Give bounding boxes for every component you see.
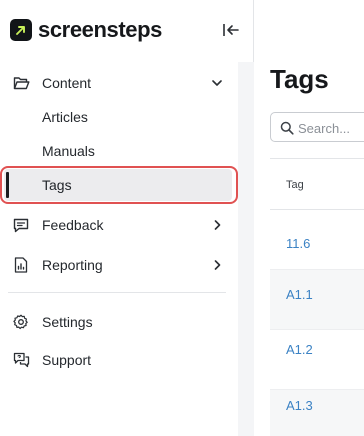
message-square-icon	[12, 217, 30, 233]
table-row[interactable]: A1.3	[270, 390, 364, 436]
tags-table: Tag 11.6 A1.1 A1.2 A1.3	[270, 158, 364, 436]
gear-icon	[12, 314, 30, 330]
tag-link[interactable]: A1.1	[286, 287, 313, 302]
sidebar-item-label: Support	[42, 352, 92, 368]
report-chart-icon	[12, 257, 30, 273]
sidebar-item-label: Feedback	[42, 217, 104, 233]
highlight-outline	[0, 166, 238, 204]
sidebar-subitem-tags[interactable]: Tags	[0, 166, 238, 204]
table-row[interactable]: A1.1	[270, 270, 364, 330]
sidebar-item-label: Manuals	[42, 143, 95, 159]
brand-logo[interactable]: screensteps	[10, 16, 240, 44]
sidebar-item-feedback[interactable]: Feedback	[0, 208, 238, 242]
sidebar-subitem-articles[interactable]: Articles	[0, 101, 238, 133]
sidebar-item-label: Content	[42, 75, 92, 91]
logo-arrow-icon	[10, 19, 32, 41]
main-content: Tags Tag 11.6 A1.1 A1.2 A1.3	[255, 0, 364, 436]
page-title: Tags	[270, 64, 329, 94]
search-box[interactable]	[270, 112, 364, 142]
collapse-sidebar-button[interactable]	[221, 21, 241, 39]
folder-open-icon	[12, 75, 30, 91]
tag-link[interactable]: A1.3	[286, 398, 313, 413]
tag-link[interactable]: 11.6	[286, 236, 310, 251]
sidebar-item-label: Reporting	[42, 257, 103, 273]
sidebar-divider	[8, 292, 226, 293]
tag-link[interactable]: A1.2	[286, 342, 313, 357]
collapse-left-icon	[223, 24, 239, 36]
chevron-down-icon	[210, 76, 224, 90]
table-row[interactable]: 11.6	[270, 210, 364, 270]
logo-text: screensteps	[38, 17, 163, 42]
sidebar-item-settings[interactable]: Settings	[0, 305, 238, 339]
support-chat-icon	[12, 352, 30, 368]
table-row[interactable]: A1.2	[270, 330, 364, 390]
sidebar-subitem-manuals[interactable]: Manuals	[0, 135, 238, 167]
sidebar-item-content[interactable]: Content	[0, 66, 238, 100]
chevron-right-icon	[210, 218, 224, 232]
sidebar-scrollbar[interactable]	[238, 62, 254, 436]
sidebar-item-label: Settings	[42, 314, 93, 330]
search-icon	[279, 120, 295, 136]
table-header[interactable]: Tag	[270, 158, 364, 210]
search-input[interactable]	[298, 118, 364, 138]
chevron-right-icon	[210, 258, 224, 272]
column-header-tag: Tag	[286, 179, 304, 191]
sidebar-item-label: Articles	[42, 109, 88, 125]
sidebar-item-support[interactable]: Support	[0, 343, 238, 377]
sidebar-item-reporting[interactable]: Reporting	[0, 248, 238, 282]
sidebar: screensteps Content Articles Manuals Tag…	[0, 0, 254, 436]
